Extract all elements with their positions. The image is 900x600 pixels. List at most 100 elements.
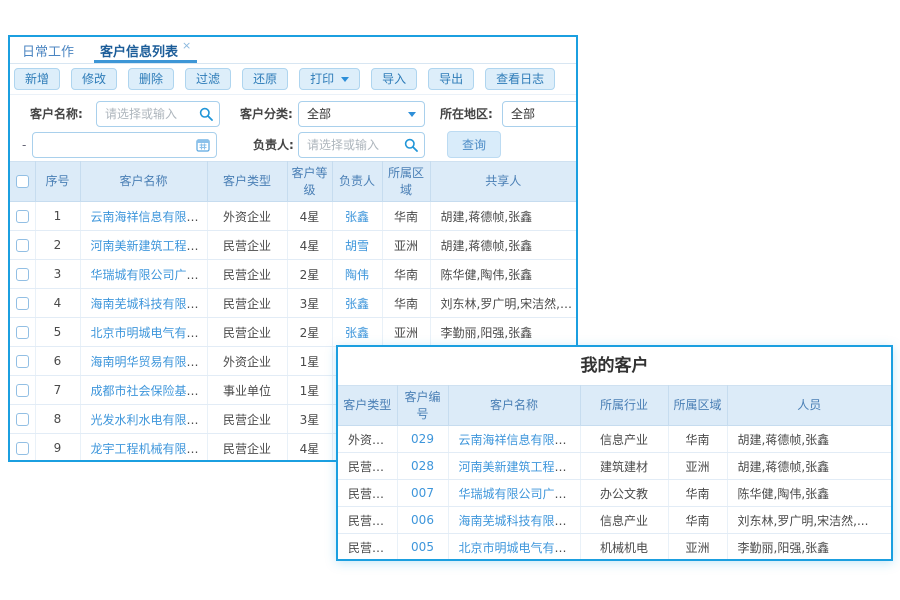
customer-name-link[interactable]: 河南美新建筑工程公司 [459,460,579,474]
table-cell: 9 [35,434,80,463]
owner-link[interactable]: 张鑫 [345,297,369,311]
table-cell [10,376,35,405]
row-checkbox[interactable] [16,355,29,368]
table-cell [10,318,35,347]
column-header: 所属区域 [382,162,430,202]
table-row: 5北京市明城电气有限公司民营企业2星张鑫亚洲李勤丽,阳强,张鑫 [10,318,576,347]
close-icon[interactable]: × [182,39,191,52]
restore-button[interactable]: 还原 [242,68,288,90]
customer-name-link[interactable]: 光发水利水电有限公司 [91,413,208,427]
customer-code-link[interactable]: 007 [411,486,434,500]
customer-name-link[interactable]: 北京市明城电气有限公司 [91,326,208,340]
select-all-checkbox[interactable] [16,175,29,188]
customer-type: 外资企业 [348,433,396,447]
row-checkbox[interactable] [16,210,29,223]
table-cell: 民营企业 [207,434,287,463]
table-cell: 005 [397,534,448,561]
add-button[interactable]: 新增 [14,68,60,90]
column-header: 序号 [35,162,80,202]
customer-name-link[interactable]: 河南美新建筑工程公司 [91,239,208,253]
delete-button[interactable]: 删除 [128,68,174,90]
region: 亚洲 [685,541,709,555]
table-cell: 华南 [382,260,430,289]
column-header: 共享人 [430,162,576,202]
row-checkbox[interactable] [16,384,29,397]
row-checkbox[interactable] [16,326,29,339]
filter-button[interactable]: 过滤 [185,68,231,90]
search-button[interactable]: 查询 [447,131,501,158]
table-row: 1云南海祥信息有限公司外资企业4星张鑫华南胡建,蒋德帧,张鑫 [10,202,576,231]
tab-bar: 日常工作 客户信息列表 × [10,37,576,64]
tab-daily-work[interactable]: 日常工作 [22,37,74,63]
print-button[interactable]: 打印 [299,68,360,90]
table-cell: 北京市明城电气有限公司 [448,534,580,561]
industry: 办公文教 [600,487,648,501]
table-cell: 3 [35,260,80,289]
staff-names: 李勤丽,阳强,张鑫 [738,541,830,555]
customer-name-link[interactable]: 龙宇工程机械有限公司 [91,442,208,456]
table-cell: 海南芜城科技有限公司 [448,507,580,534]
table-cell: 民营企业 [207,231,287,260]
search-icon[interactable] [199,107,213,121]
column-header: 客户名称 [448,386,580,426]
tab-customer-list[interactable]: 客户信息列表 × [100,37,191,63]
customer-name-link[interactable]: 云南海祥信息有限公司 [91,210,208,224]
customer-code-link[interactable]: 006 [411,513,434,527]
customer-name-link[interactable]: 海南芜城科技有限公司 [91,297,208,311]
view-log-button[interactable]: 查看日志 [485,68,555,90]
customer-code-link[interactable]: 005 [411,540,434,554]
category-value: 全部 [307,107,331,121]
table-cell: 光发水利水电有限公司 [80,405,207,434]
owner-link[interactable]: 张鑫 [345,326,369,340]
column-header: 所属行业 [580,386,668,426]
region-value: 全部 [511,107,535,121]
customer-name-link[interactable]: 华瑞城有限公司广告设计部 [459,487,581,501]
chevron-down-icon [341,77,349,82]
table-cell: 外资企业 [338,426,397,453]
edit-button[interactable]: 修改 [71,68,117,90]
owner-link[interactable]: 胡雪 [345,239,369,253]
toolbar: 新增 修改 删除 过滤 还原 打印 导入 导出 查看日志 [10,64,576,95]
header-checkbox-cell [10,162,35,202]
customer-level: 1星 [300,355,320,369]
row-checkbox[interactable] [16,297,29,310]
row-checkbox[interactable] [16,239,29,252]
column-header: 负责人 [332,162,382,202]
search-icon[interactable] [404,138,418,152]
region-select[interactable]: 全部 [502,101,578,127]
table-cell: 云南海祥信息有限公司 [448,426,580,453]
customer-type: 民营企业 [223,297,271,311]
customer-name-link[interactable]: 北京市明城电气有限公司 [459,541,581,555]
column-header: 所属区域 [668,386,727,426]
table-cell: 民营企业 [338,534,397,561]
customer-name-link[interactable]: 海南芜城科技有限公司 [459,514,579,528]
date-input[interactable] [32,132,217,158]
table-cell: 河南美新建筑工程公司 [448,453,580,480]
table-cell: 民营企业 [338,453,397,480]
region: 华南 [685,433,709,447]
customer-name-link[interactable]: 云南海祥信息有限公司 [459,433,579,447]
customer-code-link[interactable]: 028 [411,459,434,473]
import-button[interactable]: 导入 [371,68,417,90]
export-button[interactable]: 导出 [428,68,474,90]
row-checkbox[interactable] [16,413,29,426]
customer-type: 事业单位 [223,384,271,398]
table-cell: 007 [397,480,448,507]
customer-name-link[interactable]: 海南明华贸易有限公司 [91,355,208,369]
row-number: 7 [54,383,62,397]
customer-code-link[interactable]: 029 [411,432,434,446]
customer-name-link[interactable]: 成都市社会保险基金管理... [91,384,208,398]
category-select[interactable]: 全部 [298,101,425,127]
row-checkbox[interactable] [16,268,29,281]
table-cell: 006 [397,507,448,534]
region: 亚洲 [394,239,418,253]
staff-names: 胡建,蒋德帧,张鑫 [738,433,830,447]
calendar-icon[interactable] [196,138,210,152]
table-cell: 北京市明城电气有限公司 [80,318,207,347]
table-cell: 河南美新建筑工程公司 [80,231,207,260]
row-checkbox[interactable] [16,442,29,455]
owner-link[interactable]: 张鑫 [345,210,369,224]
customer-name-link[interactable]: 华瑞城有限公司广告设计部 [91,268,208,282]
industry: 信息产业 [600,514,648,528]
owner-link[interactable]: 陶伟 [345,268,369,282]
